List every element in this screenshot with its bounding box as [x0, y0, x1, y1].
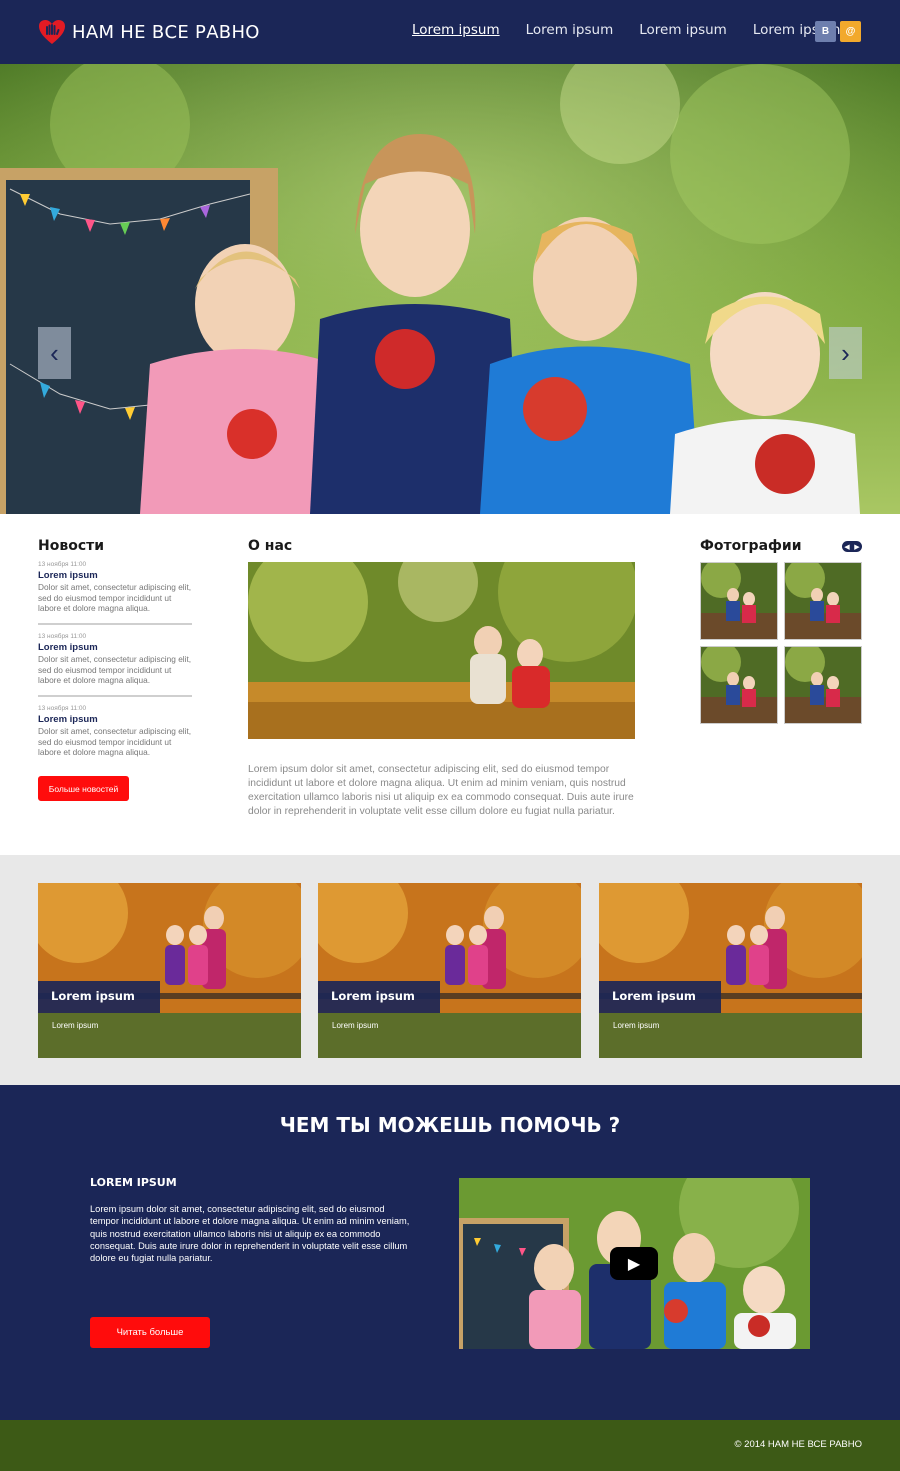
news-title: Новости — [38, 538, 105, 554]
card-subtitle: Lorem ipsum — [613, 1021, 660, 1030]
nav-item-3[interactable]: Lorem ipsum — [639, 22, 727, 38]
card-title[interactable]: Lorem ipsum — [318, 981, 440, 1013]
photo-thumbnail[interactable] — [700, 562, 778, 640]
photo-thumbnail[interactable] — [784, 562, 862, 640]
hero-image — [0, 64, 900, 514]
news-item-text: Dolor sit amet, consectetur adipiscing e… — [38, 582, 192, 613]
site-footer: © 2014 НАМ НЕ ВСЕ РАВНО — [0, 1420, 900, 1471]
hero-slider: ‹ › — [0, 64, 900, 514]
news-item-title[interactable]: Lorem ipsum — [38, 570, 192, 581]
help-text: Lorem ipsum dolor sit amet, consectetur … — [90, 1204, 410, 1264]
site-header: НАМ НЕ ВСЕ РАВНО Lorem ipsum Lorem ipsum… — [0, 0, 900, 64]
card-title[interactable]: Lorem ipsum — [38, 981, 160, 1013]
card-title[interactable]: Lorem ipsum — [599, 981, 721, 1013]
news-date: 13 ноября 11:00 — [38, 633, 87, 640]
photo-thumbnail[interactable] — [700, 646, 778, 724]
help-title: ЧЕМ ТЫ МОЖЕШЬ ПОМОЧЬ ? — [279, 1113, 621, 1137]
photos-title: Фотографии — [700, 538, 802, 554]
news-item-text: Dolor sit amet, consectetur adipiscing e… — [38, 726, 192, 757]
mail-icon[interactable]: @ — [840, 21, 861, 42]
heart-hand-icon — [39, 20, 65, 44]
logo[interactable]: НАМ НЕ ВСЕ РАВНО — [38, 18, 260, 46]
about-text: Lorem ipsum dolor sit amet, consectetur … — [248, 764, 634, 817]
news-item[interactable]: 13 ноября 11:00 Lorem ipsum Dolor sit am… — [38, 633, 192, 686]
feature-card[interactable]: Lorem ipsum Lorem ipsum — [38, 883, 301, 1058]
news-item[interactable]: 13 ноября 11:00 Lorem ipsum Dolor sit am… — [38, 561, 192, 614]
logo-text: НАМ НЕ ВСЕ РАВНО — [72, 21, 260, 43]
feature-card[interactable]: Lorem ipsum Lorem ipsum — [599, 883, 862, 1058]
chevron-right-icon[interactable]: ▶ — [854, 543, 859, 551]
card-image — [38, 883, 301, 1058]
news-item-title[interactable]: Lorem ipsum — [38, 642, 192, 653]
slider-next-button[interactable]: › — [829, 327, 862, 379]
gallery-nav[interactable]: ◀ ▶ — [842, 541, 862, 552]
help-subtitle: LOREM IPSUM — [90, 1176, 177, 1189]
more-news-button[interactable]: Больше новостей — [38, 776, 129, 801]
play-icon[interactable]: ▶ — [610, 1247, 658, 1280]
news-item-text: Dolor sit amet, consectetur adipiscing e… — [38, 654, 192, 685]
vk-icon[interactable]: В — [815, 21, 836, 42]
card-subtitle: Lorem ipsum — [52, 1021, 99, 1030]
chevron-left-icon[interactable]: ◀ — [844, 543, 849, 551]
feature-card[interactable]: Lorem ipsum Lorem ipsum — [318, 883, 581, 1058]
news-divider — [38, 623, 192, 625]
read-more-button[interactable]: Читать больше — [90, 1317, 210, 1348]
news-item[interactable]: 13 ноября 11:00 Lorem ipsum Dolor sit am… — [38, 705, 192, 758]
photo-thumbnail[interactable] — [784, 646, 862, 724]
news-item-title[interactable]: Lorem ipsum — [38, 714, 192, 725]
about-title: О нас — [248, 538, 293, 554]
news-date: 13 ноября 11:00 — [38, 561, 87, 568]
nav-item-1[interactable]: Lorem ipsum — [412, 22, 500, 38]
card-image — [599, 883, 862, 1058]
copyright: © 2014 НАМ НЕ ВСЕ РАВНО — [734, 1439, 862, 1450]
card-subtitle: Lorem ipsum — [332, 1021, 379, 1030]
news-divider — [38, 695, 192, 697]
news-date: 13 ноября 11:00 — [38, 705, 87, 712]
video-player[interactable]: ▶ — [459, 1178, 810, 1349]
nav-item-2[interactable]: Lorem ipsum — [526, 22, 614, 38]
card-image — [318, 883, 581, 1058]
slider-prev-button[interactable]: ‹ — [38, 327, 71, 379]
about-photo — [248, 562, 635, 739]
main-nav: Lorem ipsum Lorem ipsum Lorem ipsum Lore… — [412, 22, 866, 38]
